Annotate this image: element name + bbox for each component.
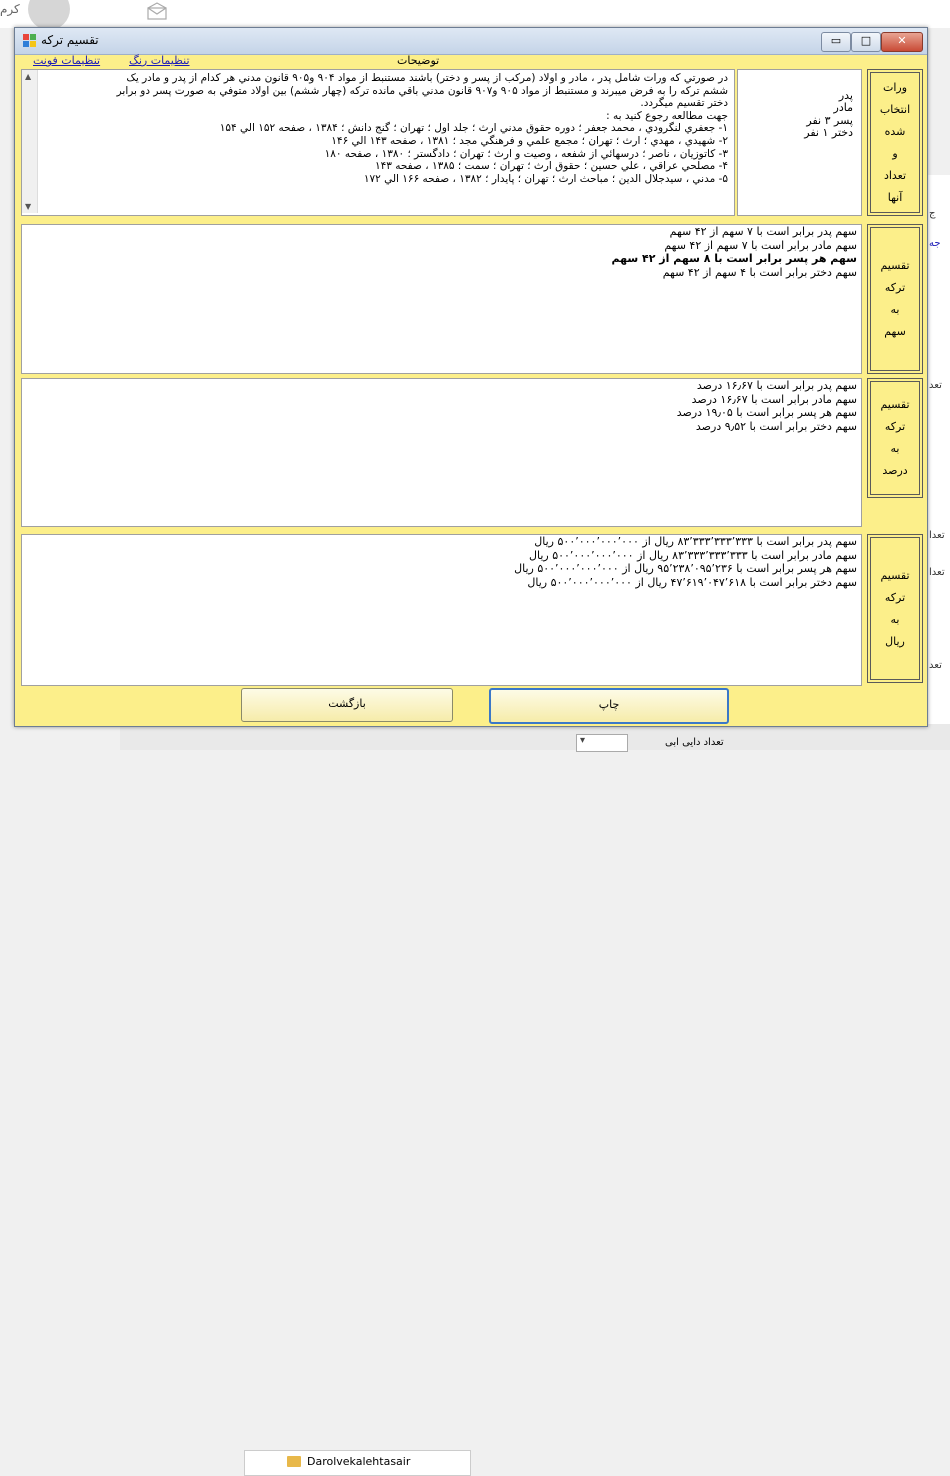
heir-item: دختر ۱ نفر [804, 126, 853, 139]
scroll-down-icon[interactable]: ▼ [25, 202, 31, 211]
description-line: ۴- مصلحي عراقي ، علي حسين ؛ حقوق ارث ؛ ت… [374, 160, 728, 173]
shares-section-label: تقسيم ترکه به سهم [867, 224, 923, 374]
percent-line: سهم دختر برابر است با ۹٫۵۲ درصد [695, 419, 857, 433]
shares-textbox[interactable]: سهم پدر برابر است با ۷ سهم از ۴۲ سهم سهم… [21, 224, 862, 374]
side-label-word: ترکه [884, 281, 906, 294]
side-label-word: تقسيم [880, 398, 910, 411]
side-label-word: ترکه [884, 420, 906, 433]
side-label-word: ورات [882, 80, 908, 94]
app-icon [23, 34, 37, 48]
background-combobox[interactable] [576, 734, 628, 752]
share-line: سهم پدر برابر است با ۷ سهم از ۴۲ سهم [669, 225, 857, 238]
font-settings-link[interactable]: تنظیمات فونت [33, 54, 100, 67]
side-label-word: درصد [882, 464, 908, 477]
share-line: سهم دختر برابر است با ۴ سهم از ۴۲ سهم [662, 265, 857, 279]
percent-textbox[interactable]: سهم پدر برابر است با ۱۶٫۶۷ درصد سهم مادر… [21, 378, 862, 527]
share-line: سهم مادر برابر است با ۷ سهم از ۴۲ سهم [664, 238, 857, 252]
side-label-word: ريال [885, 634, 905, 648]
side-label-word: به [890, 303, 900, 316]
description-label: توضیحات [397, 54, 440, 67]
description-line: در صورتي که ورات شامل پدر ، مادر و اولاد… [126, 72, 728, 84]
background-text-fragment: تعد [929, 660, 942, 671]
side-label-word: انتخاب [879, 102, 911, 116]
percent-section-label: تقسيم ترکه به درصد [867, 378, 923, 498]
percent-line: سهم پدر برابر است با ۱۶٫۶۷ درصد [696, 379, 857, 392]
window-title: تقسیم ترکه [41, 33, 99, 47]
description-line: ۱- جعفري لنگرودي ، محمد جعفر ؛ دوره حقوق… [219, 122, 728, 135]
folder-name: Darolvekalehtasair [307, 1455, 411, 1468]
minimize-button[interactable]: ▭ [821, 32, 851, 52]
side-label-word: تقسيم [880, 568, 910, 582]
description-line: ۵- مدني ، سيدجلال الدين ؛ مباحث ارث ؛ ته… [363, 172, 728, 185]
rial-line: سهم هر پسر برابر است با ۹۵٬۲۳۸٬۰۹۵٬۲۳۶ ر… [514, 562, 857, 576]
description-text: در صورتي که ورات شامل پدر ، مادر و اولاد… [44, 72, 728, 185]
percent-line: سهم مادر برابر است با ۱۶٫۶۷ درصد [691, 392, 857, 406]
avatar[interactable] [28, 0, 70, 30]
background-text-fragment: تعدا [929, 530, 945, 541]
side-label-word: به [890, 442, 900, 455]
rial-line: سهم مادر برابر است با ۸۳٬۳۳۳٬۳۳۳٬۳۳۳ ريا… [528, 548, 857, 562]
rial-line: سهم دختر برابر است با ۴۷٬۶۱۹٬۰۴۷٬۶۱۸ ريا… [527, 575, 857, 589]
side-label-word: آنها [887, 190, 903, 204]
print-button[interactable]: چاپ [489, 688, 729, 724]
side-label-word: به [890, 612, 900, 626]
heirs-section-label: ورات انتخاب شده و تعداد آنها [867, 69, 923, 216]
side-label-word: شده [884, 124, 906, 138]
description-line: دختر تقسيم ميگردد. [640, 97, 728, 110]
inheritance-dialog: تقسیم ترکه ▭ □ ✕ تنظیمات فونت تنظیمات رن… [14, 27, 928, 727]
description-line: ۳- کاتوزيان ، ناصر ؛ درسهائي از شفعه ، و… [324, 147, 728, 160]
share-line: سهم هر پسر برابر است با ۸ سهم از ۴۲ سهم [611, 252, 857, 266]
color-settings-link[interactable]: تنظیمات رنگ [129, 54, 190, 67]
background-text-fragment: جه [929, 238, 941, 249]
percent-line: سهم هر پسر برابر است با ۱۹٫۰۵ درصد [676, 406, 857, 420]
heir-item: مادر [833, 101, 853, 114]
folder-item[interactable]: Darolvekalehtasair [244, 1450, 471, 1476]
title-bar[interactable]: تقسیم ترکه ▭ □ ✕ [15, 28, 927, 55]
side-label-word: ترکه [884, 590, 906, 604]
background-text-fragment: تعد [929, 380, 942, 391]
side-label-word: و [892, 146, 898, 160]
rial-line: سهم پدر برابر است با ۸۳٬۳۳۳٬۳۳۳٬۳۳۳ ريال… [534, 535, 857, 548]
folder-icon [287, 1456, 301, 1467]
maximize-button[interactable]: □ [851, 32, 881, 52]
scroll-up-icon[interactable]: ▲ [25, 72, 31, 81]
close-button[interactable]: ✕ [881, 32, 923, 52]
scrollbar[interactable]: ▲ ▼ [22, 70, 38, 213]
heirs-list[interactable]: پدر مادر پسر ۳ نفر دختر ۱ نفر [737, 69, 862, 216]
background-footer: Darolvekalehtasair [120, 724, 950, 1476]
background-text-fragment: ج [929, 208, 936, 219]
back-button[interactable]: بازگشت [241, 688, 453, 722]
description-line: ششم ترکه را به فرض ميبرند و مستنبط از مو… [116, 84, 728, 97]
username-fragment: کرم [0, 2, 20, 16]
background-field-label: تعداد دایی ابی [665, 737, 724, 748]
side-label-word: تقسيم [880, 259, 910, 272]
description-line: جهت مطالعه رجوع کنيد به : [606, 109, 728, 122]
rial-textbox[interactable]: سهم پدر برابر است با ۸۳٬۳۳۳٬۳۳۳٬۳۳۳ ريال… [21, 534, 862, 686]
description-textbox[interactable]: ▲ ▼ در صورتي که ورات شامل پدر ، مادر و ا… [21, 69, 735, 216]
description-line: ۲- شهيدي ، مهدي ؛ ارث ؛ تهران ؛ مجمع علم… [331, 134, 728, 147]
background-header: کرم [0, 0, 950, 30]
mail-icon[interactable] [147, 2, 167, 20]
rial-section-label: تقسيم ترکه به ريال [867, 534, 923, 683]
background-text-fragment: تعدا [929, 567, 945, 578]
side-label-word: تعداد [883, 168, 907, 182]
side-label-word: سهم [884, 325, 906, 338]
